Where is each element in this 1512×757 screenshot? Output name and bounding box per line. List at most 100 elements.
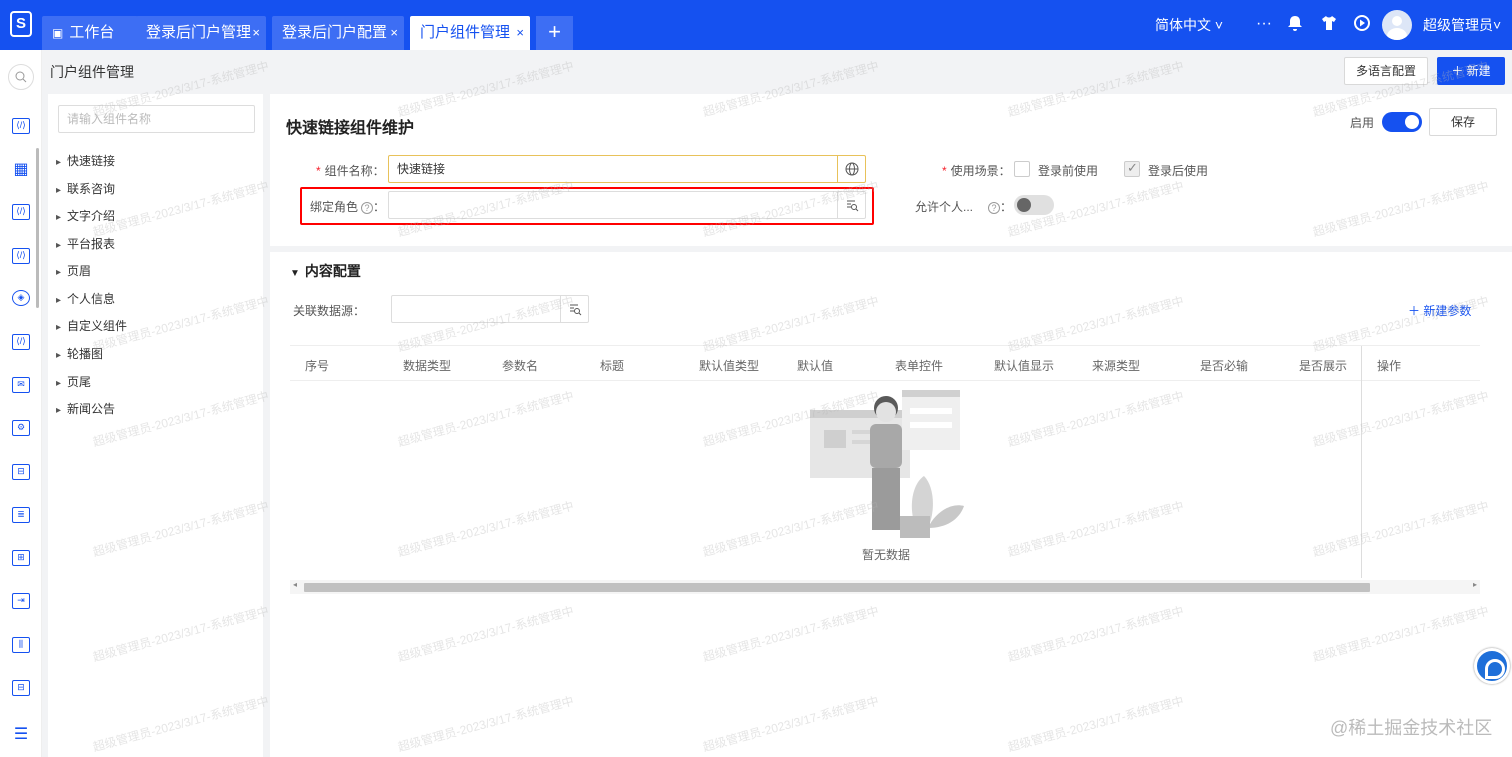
sidebar-scrollbar[interactable] [36,148,39,308]
close-icon[interactable]: × [516,16,524,50]
tab-label: 登录后门户配置 [282,24,388,41]
code-window-icon[interactable]: ⟨/⟩ [12,248,30,264]
code-window-icon[interactable]: ⟨/⟩ [12,118,30,134]
search-list-icon[interactable] [837,192,865,218]
column-header: 是否展示 [1299,359,1348,373]
shirt-icon[interactable] [1320,14,1338,38]
play-icon[interactable] [1353,14,1371,38]
content-config-section[interactable]: ▼ 内容配置 [290,261,361,281]
monitor-icon: ▣ [52,26,64,40]
label-text: 组件名称： [324,164,385,178]
column-header: 默认值类型 [699,359,760,373]
tree-item[interactable]: 快速链接 [56,152,115,169]
label-text: 使用场景： [950,164,1011,178]
tree-item[interactable]: 文字介绍 [56,207,115,224]
empty-state-illustration [810,390,964,538]
chat-help-icon[interactable] [1474,648,1510,684]
scroll-right-icon[interactable]: ▸ [1473,580,1477,589]
tree-item[interactable]: 轮播图 [56,345,103,362]
add-tab-button[interactable]: + [536,16,573,50]
column-header: 默认值 [797,359,834,373]
component-name-label: * 组件名称： [316,162,385,179]
tree-item[interactable]: 个人信息 [56,290,115,307]
new-parameter-button[interactable]: ＋ 新建参数 [1408,302,1471,319]
tree-item[interactable]: 自定义组件 [56,317,127,334]
table-horizontal-scrollbar[interactable]: ◂ ▸ [290,580,1480,594]
datasource-label: 关联数据源： [293,304,366,318]
user-menu[interactable]: 超级管理员˅ [1423,15,1501,35]
page-title: 门户组件管理 [50,64,134,80]
table-icon[interactable]: ▦ [12,162,30,178]
avatar[interactable] [1382,10,1412,40]
help-icon[interactable]: ? [361,202,374,214]
tab-label: 门户组件管理 [420,24,511,41]
export-icon[interactable]: ⇥ [12,593,30,609]
datasource-input[interactable] [391,295,589,323]
multilanguage-config-button[interactable]: 多语言配置 [1344,57,1428,85]
app-logo[interactable]: S [10,11,32,37]
component-search-input[interactable]: 请输入组件名称 [58,105,255,133]
layout-settings-icon[interactable]: ⊞ [12,550,30,566]
tab-portal-manage[interactable]: 登录后门户管理 × [136,16,266,50]
tree-item[interactable]: 平台报表 [56,235,115,252]
globe-icon[interactable] [837,156,865,182]
empty-state-text: 暂无数据 [862,548,911,562]
after-login-checkbox[interactable] [1124,160,1140,177]
list-settings-icon[interactable]: ≣ [12,507,30,523]
before-login-checkbox[interactable] [1014,161,1030,177]
scrollbar-thumb[interactable] [304,583,1370,592]
tree-item[interactable]: 页眉 [56,262,91,279]
tab-portal-config[interactable]: 登录后门户配置 × [272,16,404,50]
fixed-column-divider [1361,346,1362,578]
help-icon[interactable]: ? [988,202,1000,214]
column-header: 序号 [305,359,330,373]
label-colon: ： [373,200,386,214]
caret-down-icon: ▼ [290,268,300,279]
folder-settings-icon[interactable]: ⚙ [12,420,30,436]
after-login-label: 登录后使用 [1148,164,1209,178]
tab-workbench[interactable]: ▣ 工作台 [42,16,138,50]
allow-personal-help: ?： [985,198,1012,215]
tree-item[interactable]: 联系咨询 [56,180,115,197]
code-window-icon[interactable]: ⟨/⟩ [12,334,30,350]
code-window-icon[interactable]: ⟨/⟩ [12,204,30,220]
bind-role-input[interactable] [388,191,866,219]
required-mark: * [942,164,947,178]
bell-icon[interactable] [1286,14,1304,38]
column-header: 默认值显示 [994,359,1055,373]
save-button[interactable]: 保存 [1429,108,1497,136]
hub-icon[interactable]: ◈ [12,290,30,306]
enable-switch[interactable] [1382,112,1422,132]
tree-item[interactable]: 页尾 [56,373,91,390]
close-icon[interactable]: × [390,16,398,50]
search-icon[interactable] [8,64,34,90]
language-selector[interactable]: 简体中文 ˅ [1155,15,1223,35]
more-icon[interactable]: ··· [1256,14,1272,34]
label-text: 允许个人... [915,200,974,214]
tab-label: 登录后门户管理 [146,24,252,41]
column-header: 表单控件 [895,359,944,373]
sliders-icon[interactable]: ⫼ [12,637,30,653]
flow-icon[interactable]: ⊟ [12,464,30,480]
search-list-icon[interactable] [560,296,588,322]
component-name-input[interactable]: 快速链接 [388,155,866,183]
label-colon: ： [1000,200,1013,214]
close-icon[interactable]: × [252,16,260,50]
usage-scene-label: * 使用场景： [942,162,1011,179]
label-text: 绑定角色 [310,200,359,214]
allow-personal-switch[interactable] [1014,195,1054,215]
enable-label: 启用 [1350,116,1375,130]
new-button[interactable]: ＋ 新建 [1437,57,1505,85]
collapse-menu-icon[interactable]: ☰ [12,727,30,744]
tree-item[interactable]: 新闻公告 [56,400,115,417]
source-watermark: @稀土掘金技术社区 [1330,718,1493,738]
component-tree-panel: 请输入组件名称 快速链接 联系咨询 文字介绍 平台报表 页眉 个人信息 自定义组… [48,94,263,757]
allow-personal-label: 允许个人... [915,198,973,215]
mail-settings-icon[interactable]: ✉ [12,377,30,393]
required-mark: * [316,164,321,178]
flow-icon[interactable]: ⊟ [12,680,30,696]
scroll-left-icon[interactable]: ◂ [293,580,297,589]
tab-portal-component[interactable]: 门户组件管理 × [410,16,530,50]
column-header: 标题 [600,359,625,373]
column-header: 操作 [1377,359,1402,373]
